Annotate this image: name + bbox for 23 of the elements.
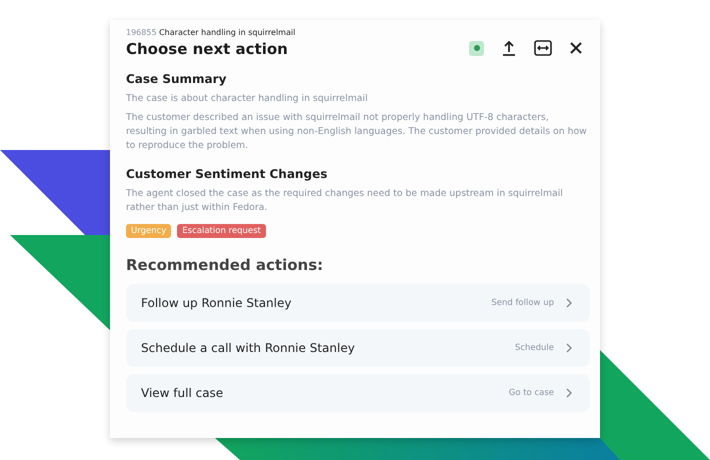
action-label: Follow up Ronnie Stanley <box>141 296 292 310</box>
section-heading: Customer Sentiment Changes <box>126 167 328 181</box>
recommended-heading: Recommended actions: <box>126 256 324 274</box>
chevron-icon <box>566 298 572 308</box>
action-label: Schedule a call with Ronnie Stanley <box>141 341 355 355</box>
section-text: The customer described an issue with squirrelmail not properly handling UTF-8 characters, resulting in garbled text when using non-English languages. The customer provided details on how to reproduce the problem. <box>126 111 588 153</box>
action-label: View full case <box>141 386 224 400</box>
dialog-title: Choose next action <box>126 40 289 58</box>
expand-icon[interactable] <box>534 40 552 56</box>
chevron-icon <box>566 388 572 398</box>
action-row[interactable]: View full case Go to case <box>126 374 590 412</box>
case-title: 196855 Character handling in squirrelmail <box>126 28 296 37</box>
tag: Escalation request <box>177 224 266 238</box>
section-text: The case is about character handling in squirrelmail <box>126 92 369 106</box>
tag: Urgency <box>126 224 172 238</box>
section-heading: Case Summary <box>126 72 228 86</box>
status-icon[interactable] <box>469 40 484 56</box>
section-text: The agent closed the case as the required changes need to be made upstream in squirrelmail rather than just within Fedora. <box>126 187 564 215</box>
chevron-icon <box>566 343 572 353</box>
action-row[interactable]: Follow up Ronnie Stanley Send follow up <box>126 284 590 322</box>
upload-icon[interactable] <box>502 40 516 56</box>
close-icon[interactable] <box>570 42 582 54</box>
action-row[interactable]: Schedule a call with Ronnie Stanley Schedule <box>126 329 590 367</box>
